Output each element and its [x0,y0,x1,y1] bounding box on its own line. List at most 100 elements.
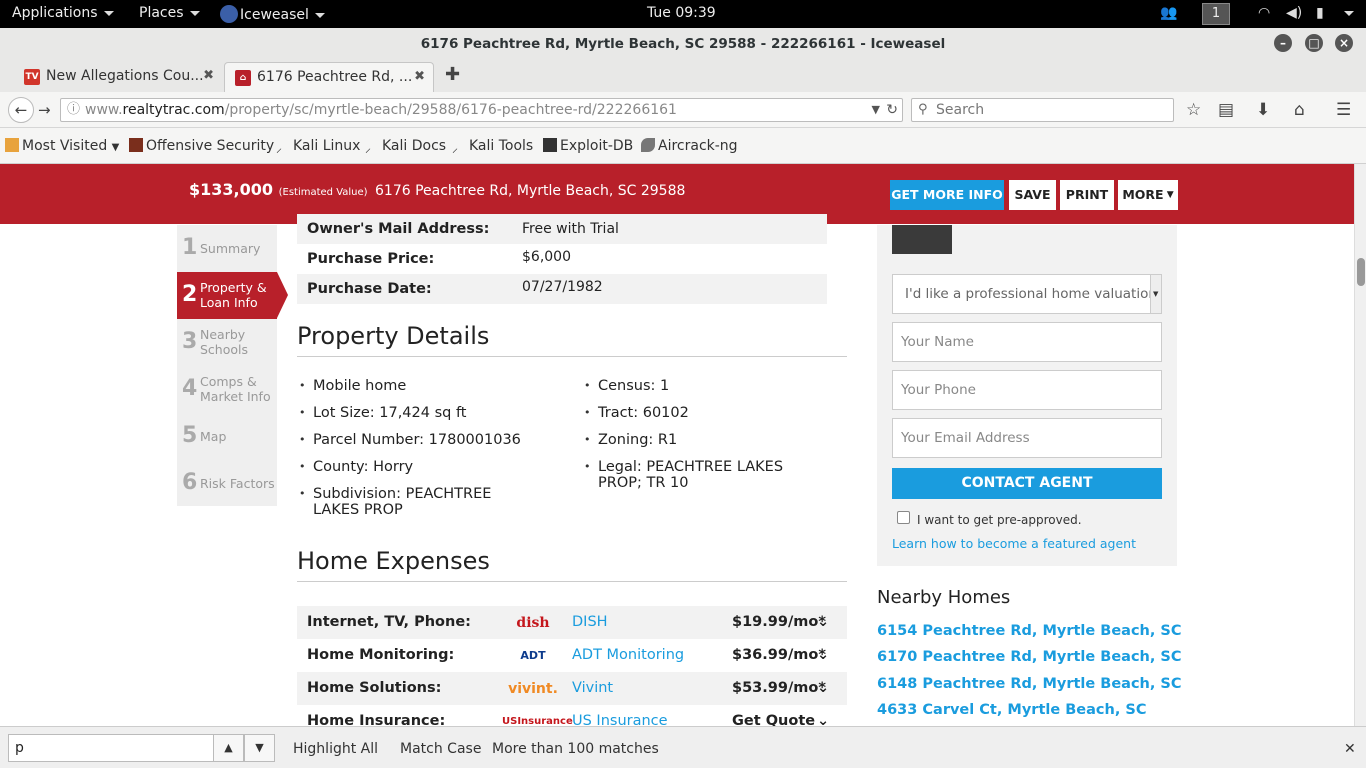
app-menu[interactable]: Iceweasel [220,5,325,23]
bookmark-kali-linux[interactable]: ⸝ Kali Linux [276,138,360,155]
close-find-icon[interactable]: ✕ [1344,741,1356,757]
highlight-all-toggle[interactable]: Highlight All [293,741,378,757]
step-map[interactable]: 5 Map [177,413,277,460]
nearby-home-link[interactable]: 4633 Carvel Ct, Myrtle Beach, SC [877,702,1146,718]
close-window-icon[interactable]: × [1335,34,1353,52]
menu-icon[interactable]: ☰ [1336,100,1351,120]
bookmark-aircrack-ng[interactable]: Aircrack-ng [641,138,738,154]
nearby-homes-heading: Nearby Homes [877,587,1011,608]
tab-news[interactable]: TV New Allegations Cou... ✖ [0,62,222,92]
select-value: I'd like a professional home valuation [905,286,1157,302]
kali-dragon-icon: ⸝ [276,141,283,155]
match-case-toggle[interactable]: Match Case [400,741,481,757]
name-field[interactable]: Your Name [892,322,1162,362]
step-number: 4 [182,376,198,401]
expense-key: Home Solutions: [307,680,442,696]
workspace-indicator[interactable]: 1 [1202,3,1230,25]
places-menu[interactable]: Places [139,5,200,21]
free-trial-link[interactable]: Free with Trial [522,214,619,244]
step-risk-factors[interactable]: 6 Risk Factors [177,460,277,507]
phone-field[interactable]: Your Phone [892,370,1162,410]
chevron-down-icon[interactable]: ⌄ [817,639,829,672]
tab-realtytrac[interactable]: ⌂ 6176 Peachtree Rd, ... ✖ [224,62,434,92]
expense-row: Home Solutions: vivint. Vivint $53.99/mo… [297,672,847,705]
find-bar: p ▲ ▼ Highlight All Match Case More than… [0,726,1366,768]
people-icon[interactable]: 👥 [1160,5,1177,21]
provider-link[interactable]: US Insurance [572,705,668,726]
caret-down-icon: ▼ [1163,190,1174,200]
scrollbar-thumb[interactable] [1357,258,1365,286]
find-input[interactable]: p [8,734,214,762]
section-steps-nav: 1 Summary 2 Property & Loan Info 3 Nearby S… [177,225,288,507]
back-icon[interactable]: ← [8,97,34,123]
owner-mail-row: Owner's Mail Address: Free with Trial [297,214,827,244]
forward-icon[interactable]: → [38,101,51,119]
step-label: Summary [200,241,261,256]
provider-link[interactable]: Vivint [572,672,613,705]
page-scrollbar[interactable] [1354,164,1366,726]
search-input[interactable]: ⚲ Search [911,98,1174,122]
minimize-icon[interactable]: – [1274,34,1292,52]
new-tab-icon[interactable]: ✚ [445,64,460,85]
bookmark-label: Kali Tools [469,138,534,154]
bookmark-most-visited[interactable]: Most Visited ▼ [5,138,119,154]
url-dropdown-icon[interactable]: ▼ [872,99,880,121]
wifi-icon[interactable]: ◠ [1258,5,1270,21]
find-status: More than 100 matches [492,741,659,757]
close-tab-icon[interactable]: ✖ [203,62,214,90]
nearby-home-link[interactable]: 6154 Peachtree Rd, Myrtle Beach, SC [877,623,1182,639]
provider-link[interactable]: DISH [572,606,608,639]
step-comps-market[interactable]: 4 Comps & Market Info [177,366,277,413]
maximize-icon[interactable]: □ [1305,34,1323,52]
get-more-info-button[interactable]: GET MORE INFO [890,180,1004,210]
chevron-down-icon [314,12,325,18]
bookmark-kali-tools[interactable]: ⸝ Kali Tools [452,138,534,155]
url-bar[interactable]: ⓘ www.realtytrac.com/property/sc/myrtle-… [60,98,903,122]
offsec-icon [129,138,143,152]
chevron-down-icon[interactable]: ⌄ [817,672,829,705]
battery-icon[interactable]: ▮ [1316,5,1324,21]
preapproved-checkbox[interactable] [897,511,910,524]
inquiry-select[interactable]: I'd like a professional home valuation ▼ [892,274,1162,314]
email-field[interactable]: Your Email Address [892,418,1162,458]
provider-link[interactable]: ADT Monitoring [572,639,684,672]
step-label: Risk Factors [200,476,275,491]
house-favicon-icon: ⌂ [235,70,251,86]
nearby-home-link[interactable]: 6170 Peachtree Rd, Myrtle Beach, SC [877,649,1182,665]
featured-agent-link[interactable]: Learn how to become a featured agent [892,536,1136,551]
more-button[interactable]: MORE ▼ [1118,180,1178,210]
info-icon[interactable]: ⓘ [67,99,80,121]
clock[interactable]: Tue 09:39 [647,5,716,21]
applications-menu[interactable]: Applications [12,5,114,21]
home-icon[interactable]: ⌂ [1294,100,1305,120]
row-value: 07/27/1982 [522,279,603,295]
save-button[interactable]: SAVE [1009,180,1056,210]
kali-dragon-icon: ⸝ [452,141,459,155]
chevron-down-icon[interactable]: ⌄ [817,606,829,639]
reload-icon[interactable]: ↻ [886,99,898,121]
step-property-loan-info[interactable]: 2 Property & Loan Info [177,272,288,319]
reading-list-icon[interactable]: ▤ [1218,100,1234,120]
volume-icon[interactable]: ◀) [1286,5,1302,21]
downloads-icon[interactable]: ⬇ [1256,100,1270,120]
system-menu-caret[interactable] [1338,5,1354,21]
bookmark-offensive-security[interactable]: Offensive Security [129,138,274,154]
expense-row: Home Insurance: USInsurance US Insurance… [297,705,847,726]
bookmark-star-icon[interactable]: ☆ [1186,100,1201,120]
window-titlebar: 6176 Peachtree Rd, Myrtle Beach, SC 2958… [0,28,1366,60]
bookmark-kali-docs[interactable]: ⸝ Kali Docs [365,138,446,155]
close-tab-icon[interactable]: ✖ [414,63,425,91]
find-next-icon[interactable]: ▼ [244,734,275,762]
nearby-home-link[interactable]: 6148 Peachtree Rd, Myrtle Beach, SC [877,676,1182,692]
step-summary[interactable]: 1 Summary [177,225,277,272]
find-previous-icon[interactable]: ▲ [213,734,244,762]
bookmark-exploit-db[interactable]: Exploit-DB [543,138,633,154]
chevron-down-icon[interactable]: ⌄ [817,705,829,726]
contact-agent-button[interactable]: CONTACT AGENT [892,468,1162,499]
detail-item: Lot Size: 17,424 sq ft [299,405,466,421]
print-button[interactable]: PRINT [1060,180,1114,210]
purchase-date-row: Purchase Date: 07/27/1982 [297,274,827,304]
step-nearby-schools[interactable]: 3 Nearby Schools [177,319,277,366]
step-label: Nearby Schools [200,327,249,357]
detail-item: Subdivision: PEACHTREE LAKES PROP [299,486,538,518]
